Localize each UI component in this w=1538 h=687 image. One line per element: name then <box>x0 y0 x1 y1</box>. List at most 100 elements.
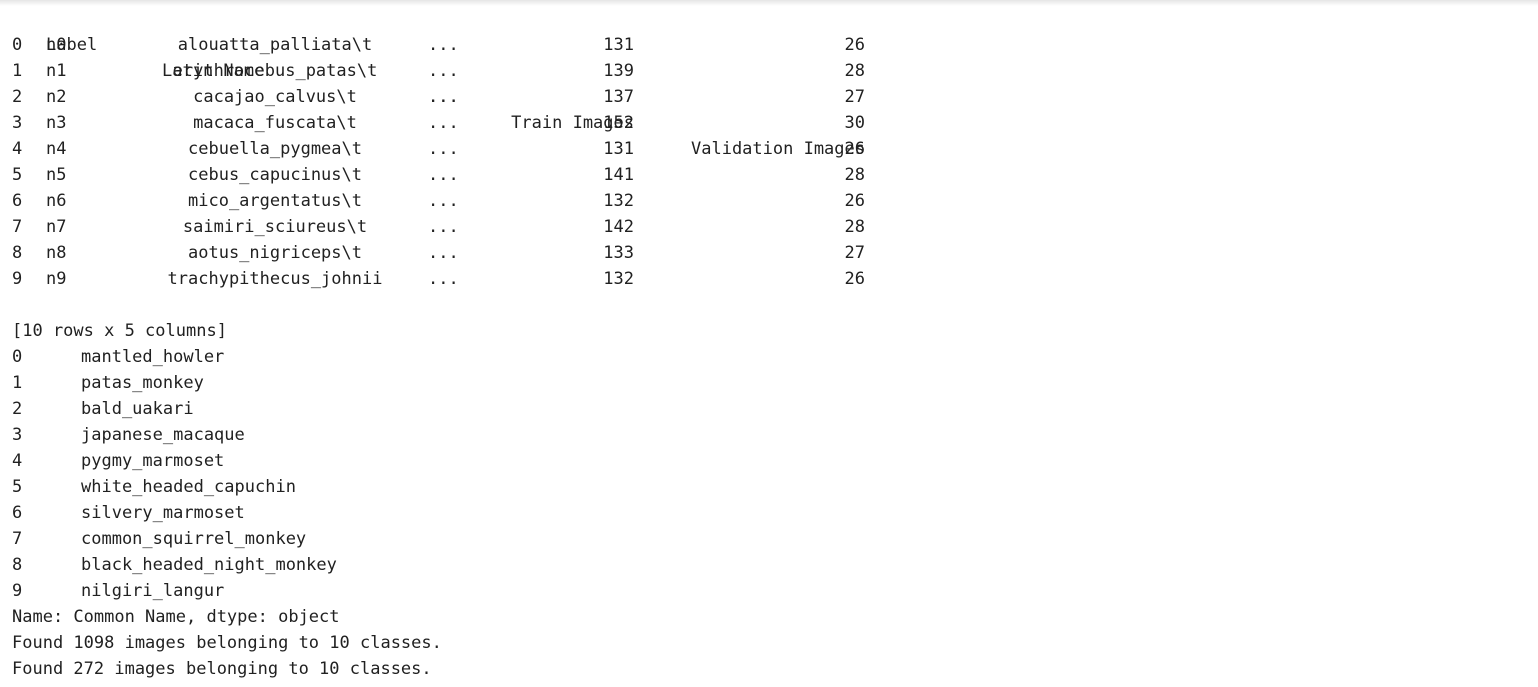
cell-ellipsis: ... <box>428 87 459 107</box>
cell-ellipsis: ... <box>428 269 459 289</box>
table-row: 1 n1 erythrocebus_patas\t... 139 28 <box>12 58 865 84</box>
table-row: 9 n9 trachypithecus_johnii... 132 26 <box>12 266 865 292</box>
cell-validation-images: 28 <box>844 217 865 237</box>
dataframe-body: 0 n0 alouatta_palliata\t... 131 26 1 n1 erythro… <box>12 32 865 292</box>
cell-train-images: 131 <box>603 139 634 159</box>
cell-ellipsis: ... <box>428 35 459 55</box>
cell-ellipsis: ... <box>428 191 459 211</box>
cell-label: n2 <box>46 87 67 107</box>
cell-validation-images: 26 <box>844 35 865 55</box>
row-index: 1 <box>12 61 23 81</box>
cell-train-images: 141 <box>603 165 634 185</box>
row-index: 4 <box>12 139 23 159</box>
row-index: 8 <box>12 243 23 263</box>
cell-label: n5 <box>46 165 67 185</box>
list-item: 3 japanese_macaque <box>12 422 442 448</box>
series-index: 5 <box>12 477 23 497</box>
row-index: 2 <box>12 87 23 107</box>
row-index: 7 <box>12 217 23 237</box>
series-index: 3 <box>12 425 23 445</box>
row-index: 3 <box>12 113 23 133</box>
cell-validation-images: 27 <box>844 87 865 107</box>
row-index: 9 <box>12 269 23 289</box>
message-validation: Found 272 images belonging to 10 classes… <box>12 659 432 679</box>
series-value: nilgiri_langur <box>81 581 225 601</box>
cell-validation-images: 28 <box>844 165 865 185</box>
cell-ellipsis: ... <box>428 165 459 185</box>
list-item: 1 patas_monkey <box>12 370 442 396</box>
series-index: 7 <box>12 529 23 549</box>
cell-train-images: 132 <box>603 269 634 289</box>
series-value: silvery_marmoset <box>81 503 245 523</box>
series-footer: Name: Common Name, dtype: object <box>12 607 340 627</box>
table-row: 3 n3 macaca_fuscata\t... 152 30 <box>12 110 865 136</box>
series-index: 0 <box>12 347 23 367</box>
cell-label: n9 <box>46 269 67 289</box>
list-item: 4 pygmy_marmoset <box>12 448 442 474</box>
series-index: 8 <box>12 555 23 575</box>
series-body: 0 mantled_howler 1 patas_monkey 2 bald_uakari… <box>12 344 442 604</box>
series-index: 2 <box>12 399 23 419</box>
cell-latin-name: alouatta_palliata\t <box>177 35 373 55</box>
list-item: 8 black_headed_night_monkey <box>12 552 442 578</box>
series-value: pygmy_marmoset <box>81 451 225 471</box>
table-row: 2 n2 cacajao_calvus\t... 137 27 <box>12 84 865 110</box>
cell-train-images: 137 <box>603 87 634 107</box>
table-row: 4 n4 cebuella_pygmea\t... 131 26 <box>12 136 865 162</box>
series-value: white_headed_capuchin <box>81 477 296 497</box>
dataframe-header-row: Label Latin Name ... Train Images Valida… <box>12 6 865 159</box>
cell-label: n0 <box>46 35 67 55</box>
series-index: 1 <box>12 373 23 393</box>
cell-validation-images: 30 <box>844 113 865 133</box>
series-value: patas_monkey <box>81 373 204 393</box>
table-row: 0 n0 alouatta_palliata\t... 131 26 <box>12 32 865 58</box>
cell-label: n3 <box>46 113 67 133</box>
series-value: black_headed_night_monkey <box>81 555 337 575</box>
cell-latin-name: trachypithecus_johnii <box>167 269 383 289</box>
table-row: 5 n5 cebus_capucinus\t... 141 28 <box>12 162 865 188</box>
row-index: 5 <box>12 165 23 185</box>
row-index: 6 <box>12 191 23 211</box>
cell-ellipsis: ... <box>428 61 459 81</box>
cell-validation-images: 26 <box>844 269 865 289</box>
list-item: 9 nilgiri_langur <box>12 578 442 604</box>
cell-validation-images: 26 <box>844 139 865 159</box>
series-index: 4 <box>12 451 23 471</box>
list-item: 0 mantled_howler <box>12 344 442 370</box>
cell-train-images: 152 <box>603 113 634 133</box>
cell-train-images: 142 <box>603 217 634 237</box>
cell-label: n6 <box>46 191 67 211</box>
cell-train-images: 133 <box>603 243 634 263</box>
series-index: 6 <box>12 503 23 523</box>
cell-latin-name: cacajao_calvus\t <box>193 87 357 107</box>
cell-latin-name: saimiri_sciureus\t <box>182 217 368 237</box>
dataframe-shape: [10 rows x 5 columns] <box>12 321 227 341</box>
cell-latin-name: aotus_nigriceps\t <box>188 243 362 263</box>
cell-ellipsis: ... <box>428 217 459 237</box>
table-row: 6 n6 mico_argentatus\t... 132 26 <box>12 188 865 214</box>
table-row: 8 n8 aotus_nigriceps\t... 133 27 <box>12 240 865 266</box>
series-value: bald_uakari <box>81 399 194 419</box>
cell-label: n8 <box>46 243 67 263</box>
cell-latin-name: macaca_fuscata\t <box>193 113 357 133</box>
cell-ellipsis: ... <box>428 139 459 159</box>
cell-train-images: 132 <box>603 191 634 211</box>
list-item: 5 white_headed_capuchin <box>12 474 442 500</box>
list-item: 7 common_squirrel_monkey <box>12 526 442 552</box>
cell-label: n1 <box>46 61 67 81</box>
series-value: common_squirrel_monkey <box>81 529 307 549</box>
cell-train-images: 139 <box>603 61 634 81</box>
table-row: 7 n7 saimiri_sciureus\t... 142 28 <box>12 214 865 240</box>
cell-ellipsis: ... <box>428 243 459 263</box>
series-value: mantled_howler <box>81 347 225 367</box>
list-item: 2 bald_uakari <box>12 396 442 422</box>
cell-ellipsis: ... <box>428 113 459 133</box>
cell-latin-name: cebuella_pygmea\t <box>188 139 362 159</box>
cell-validation-images: 28 <box>844 61 865 81</box>
cell-latin-name: cebus_capucinus\t <box>188 165 362 185</box>
list-item: 6 silvery_marmoset <box>12 500 442 526</box>
cell-latin-name: erythrocebus_patas\t <box>172 61 378 81</box>
cell-output: Label Latin Name ... Train Images Valida… <box>12 6 865 682</box>
cell-label: n7 <box>46 217 67 237</box>
